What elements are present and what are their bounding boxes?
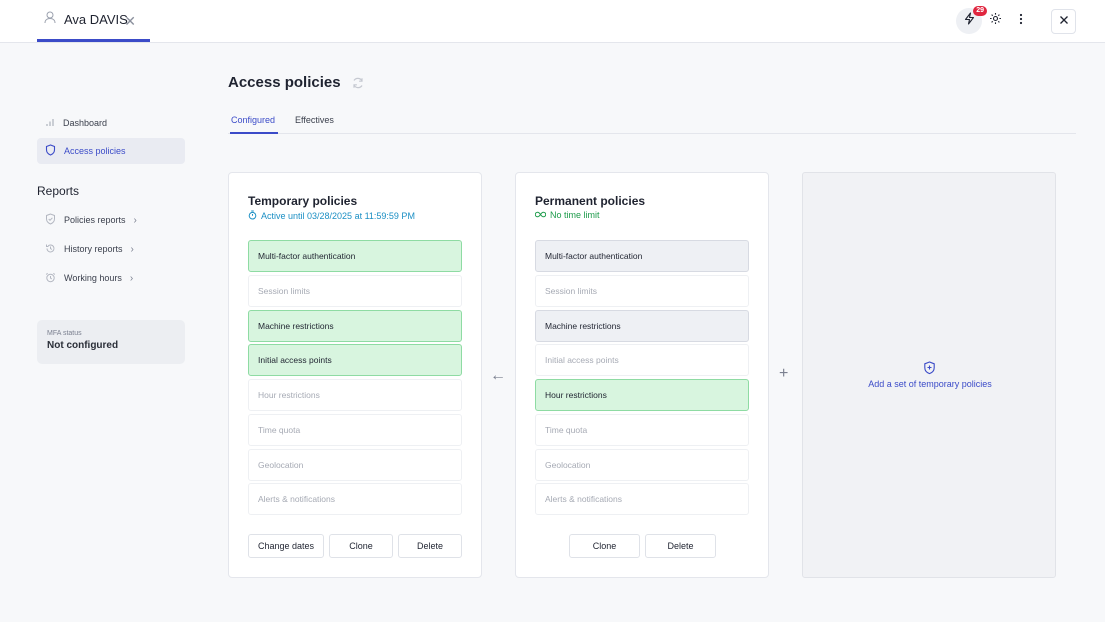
add-set-label: Add a set of temporary policies [868,379,992,389]
sidebar-item-dashboard[interactable]: Dashboard [37,110,185,136]
sidebar-item-label: Working hours [64,273,122,283]
sidebar-item-working-hours[interactable]: Working hours › [37,265,185,291]
user-name: Ava DAVIS [64,12,128,27]
shield-icon [45,144,56,158]
notifications-button[interactable]: 29 [956,6,987,34]
vertical-dots-icon [1019,12,1023,30]
policy-item[interactable]: Geolocation [248,449,462,481]
more-options-button[interactable] [1008,8,1034,34]
permanent-policies-card: Permanent policies No time limit Multi-f… [515,172,769,578]
policy-item[interactable]: Session limits [535,275,749,307]
policy-item[interactable]: Hour restrictions [248,379,462,411]
alarm-clock-icon [45,272,56,285]
gear-icon [989,12,1002,30]
active-until-text: Active until 03/28/2025 at 11:59:59 PM [261,211,415,221]
top-actions: 29 [956,6,1076,34]
delete-button[interactable]: Delete [645,534,716,558]
top-bar: Ava DAVIS ✕ 29 [0,0,1105,43]
sidebar-item-label: Access policies [64,146,126,156]
policy-item[interactable]: Initial access points [535,344,749,376]
infinity-icon [534,210,547,220]
policy-label: Alerts & notifications [258,494,336,504]
change-dates-button[interactable]: Change dates [248,534,324,558]
policy-label: Multi-factor authentication [258,251,356,261]
no-time-limit-text: No time limit [550,210,600,220]
user-tab[interactable]: Ava DAVIS ✕ [37,0,150,42]
card-title: Permanent policies [535,194,646,208]
close-button[interactable] [1051,8,1076,34]
card-subtitle: No time limit [534,210,600,220]
policy-label: Hour restrictions [258,390,320,400]
close-icon [1059,12,1069,30]
policy-item[interactable]: Multi-factor authentication [248,240,462,272]
settings-button[interactable] [982,8,1008,34]
policy-label: Machine restrictions [258,321,334,331]
policy-label: Machine restrictions [545,321,621,331]
policy-label: Alerts & notifications [545,494,623,504]
chevron-right-icon: › [133,214,137,226]
policy-item[interactable]: Alerts & notifications [535,483,749,515]
sidebar-item-label: Dashboard [63,118,108,128]
clone-button[interactable]: Clone [569,534,640,558]
policy-item[interactable]: Multi-factor authentication [535,240,749,272]
tab-effectives[interactable]: Effectives [295,115,334,134]
mfa-status-box: MFA status Not configured [37,320,185,364]
policy-label: Initial access points [545,355,619,365]
mfa-status-value: Not configured [47,340,119,351]
policy-item[interactable]: Machine restrictions [248,310,462,342]
plus-icon: + [779,365,789,382]
reports-heading: Reports [37,184,80,198]
bar-chart-icon [45,117,55,129]
history-icon [45,243,56,256]
sidebar-item-label: Policies reports [64,215,126,225]
policy-tabs: Configured Effectives [228,110,1076,134]
policy-item[interactable]: Session limits [248,275,462,307]
page-title: Access policies [228,74,341,91]
chevron-right-icon: › [130,243,134,255]
policy-label: Time quota [258,425,301,435]
sidebar-item-access-policies[interactable]: Access policies [37,138,185,164]
arrow-left-icon: ← [490,367,506,384]
policy-item[interactable]: Alerts & notifications [248,483,462,515]
policy-item[interactable]: Hour restrictions [535,379,749,411]
sidebar-item-history-reports[interactable]: History reports › [37,236,185,262]
policy-label: Session limits [545,286,597,296]
timer-icon [248,210,257,222]
sidebar-item-label: History reports [64,244,123,254]
sidebar-item-policies-reports[interactable]: Policies reports › [37,207,185,233]
policy-label: Geolocation [545,460,591,470]
shield-check-icon [45,213,56,227]
mfa-status-label: MFA status [47,330,82,337]
policy-label: Multi-factor authentication [545,251,643,261]
add-temporary-set-card[interactable]: Add a set of temporary policies [802,172,1056,578]
policy-item[interactable]: Initial access points [248,344,462,376]
close-tab-icon[interactable]: ✕ [124,13,136,30]
policy-label: Time quota [545,425,588,435]
tab-configured[interactable]: Configured [230,115,278,134]
clone-button[interactable]: Clone [329,534,393,558]
refresh-button[interactable] [351,76,365,95]
temporary-policies-card: Temporary policies Active until 03/28/20… [228,172,482,578]
card-subtitle: Active until 03/28/2025 at 11:59:59 PM [248,210,415,222]
policy-item[interactable]: Machine restrictions [535,310,749,342]
policy-label: Session limits [258,286,310,296]
card-title: Temporary policies [248,194,358,208]
chevron-right-icon: › [129,272,134,284]
policy-label: Geolocation [258,460,304,470]
shield-plus-icon [923,361,936,380]
policy-label: Initial access points [258,355,332,365]
policy-label: Hour restrictions [545,390,607,400]
delete-button[interactable]: Delete [398,534,462,558]
policy-item[interactable]: Time quota [535,414,749,446]
policy-item[interactable]: Geolocation [535,449,749,481]
lightning-icon [963,12,976,30]
user-icon [44,11,56,29]
policy-item[interactable]: Time quota [248,414,462,446]
refresh-icon [351,77,365,94]
